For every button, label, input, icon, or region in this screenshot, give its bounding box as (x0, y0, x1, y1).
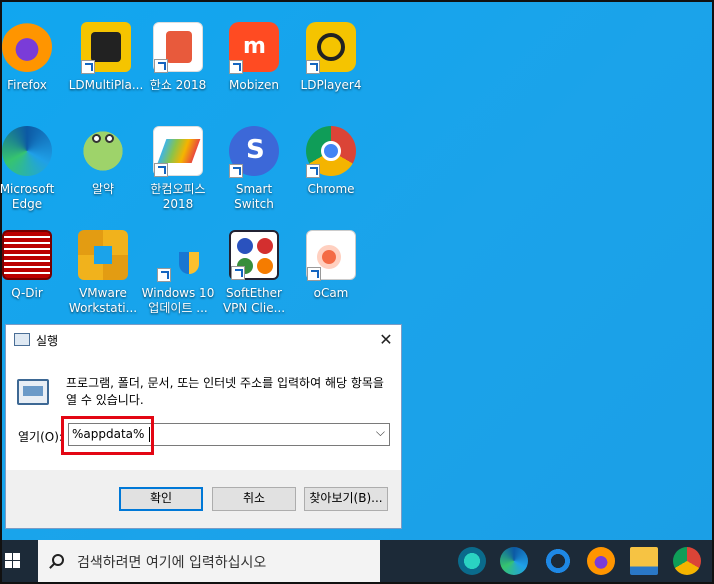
taskbar-search-box[interactable]: 검색하려면 여기에 입력하십시오 (38, 540, 380, 582)
start-button[interactable] (2, 540, 38, 582)
run-icon (14, 333, 30, 346)
shortcut-arrow-icon (231, 266, 245, 280)
ocam-icon (306, 230, 356, 281)
smart-switch-icon: S (229, 126, 279, 178)
vmware-shortcut[interactable]: VMware Workstati... (64, 230, 142, 316)
icon-label: LDPlayer4 (300, 78, 362, 92)
qdir-shortcut[interactable]: Q-Dir (0, 230, 66, 301)
icon-label: 한쇼 2018 (149, 78, 207, 92)
icon-label: 한컴오피스 2018 (150, 182, 206, 211)
shortcut-arrow-icon (307, 267, 321, 281)
desktop: Firefox LDMultiPla... 한쇼 2018 m Mobizen … (0, 2, 712, 540)
dialog-title: 실행 (36, 334, 59, 348)
shortcut-arrow-icon (157, 268, 171, 282)
icon-label: Mobizen (229, 78, 279, 92)
windows-logo-pane (13, 553, 20, 560)
taskbar-ie-icon[interactable] (544, 547, 572, 575)
search-placeholder: 검색하려면 여기에 입력하십시오 (77, 555, 267, 571)
icon-label: Microsoft Edge (0, 182, 55, 211)
hancom-office-shortcut[interactable]: 한컴오피스 2018 (139, 126, 217, 212)
alyac-icon (78, 126, 128, 176)
taskbar-edge-icon[interactable] (500, 547, 528, 575)
ldmultiplayer-shortcut[interactable]: LDMultiPla... (67, 22, 145, 93)
ldmultiplayer-icon (81, 22, 131, 74)
cancel-button[interactable]: 취소 (212, 487, 296, 511)
taskbar-firefox-icon[interactable] (587, 547, 615, 575)
taskbar: 검색하려면 여기에 입력하십시오 (2, 540, 712, 582)
chevron-down-icon[interactable]: ⌵ (376, 425, 385, 440)
close-button[interactable]: ✕ (371, 325, 401, 355)
ocam-shortcut[interactable]: oCam (292, 230, 370, 301)
open-label: 열기(O): (18, 430, 63, 444)
mobizen-icon: m (229, 22, 279, 74)
windows-update-icon (153, 230, 203, 282)
shortcut-arrow-icon (154, 59, 168, 73)
browse-button[interactable]: 찾아보기(B)... (304, 487, 388, 511)
taskbar-app-icon[interactable] (458, 547, 486, 575)
ldplayer4-shortcut[interactable]: LDPlayer4 (292, 22, 370, 93)
qdir-icon (2, 230, 52, 280)
windows-logo-pane (5, 561, 12, 568)
icon-label: oCam (313, 286, 349, 300)
firefox-shortcut[interactable]: Firefox (0, 22, 66, 93)
icon-label: Smart Switch (234, 182, 274, 211)
edge-shortcut[interactable]: Microsoft Edge (0, 126, 66, 212)
firefox-icon (2, 22, 52, 72)
dialog-title-bar[interactable]: 실행 ✕ (6, 325, 401, 355)
run-dialog: 실행 ✕ 프로그램, 폴더, 문서, 또는 인터넷 주소를 입력하여 해당 항목… (5, 324, 402, 529)
chrome-shortcut[interactable]: Chrome (292, 126, 370, 197)
search-icon (52, 554, 64, 566)
edge-icon (2, 126, 52, 176)
icon-label: VMware Workstati... (68, 286, 138, 315)
icon-label: Chrome (307, 182, 355, 196)
ok-button[interactable]: 확인 (119, 487, 203, 511)
windows-update-shortcut[interactable]: Windows 10 업데이트 ... (139, 230, 217, 316)
alyac-shortcut[interactable]: 알약 (64, 126, 142, 197)
smart-switch-shortcut[interactable]: S Smart Switch (215, 126, 293, 212)
icon-label: SoftEther VPN Clie... (222, 286, 286, 315)
icon-label: Windows 10 업데이트 ... (141, 286, 215, 315)
hanshow-icon (153, 22, 203, 73)
hancom-office-icon (153, 126, 203, 177)
shortcut-arrow-icon (154, 163, 168, 177)
taskbar-file-explorer-icon[interactable] (630, 547, 658, 575)
icon-label: 알약 (91, 182, 115, 196)
mobizen-shortcut[interactable]: m Mobizen (215, 22, 293, 93)
windows-logo-pane (13, 561, 20, 568)
chrome-icon (306, 126, 356, 178)
icon-label: LDMultiPla... (68, 78, 144, 92)
ldplayer4-icon (306, 22, 356, 74)
run-program-icon (17, 379, 49, 405)
shortcut-arrow-icon (229, 164, 243, 178)
hanshow-shortcut[interactable]: 한쇼 2018 (139, 22, 217, 93)
softether-vpn-shortcut[interactable]: SoftEther VPN Clie... (215, 230, 293, 316)
taskbar-chrome-icon[interactable] (673, 547, 701, 575)
highlight-box (61, 416, 154, 455)
vmware-icon (78, 230, 128, 280)
shortcut-arrow-icon (81, 60, 95, 74)
shortcut-arrow-icon (306, 60, 320, 74)
shortcut-arrow-icon (229, 60, 243, 74)
softether-vpn-icon (229, 230, 279, 280)
dialog-description: 프로그램, 폴더, 문서, 또는 인터넷 주소를 입력하여 해당 항목을 열 수… (66, 376, 384, 407)
icon-label: Q-Dir (11, 286, 43, 300)
icon-label: Firefox (7, 78, 47, 92)
windows-logo-icon (5, 553, 12, 560)
shortcut-arrow-icon (306, 164, 320, 178)
